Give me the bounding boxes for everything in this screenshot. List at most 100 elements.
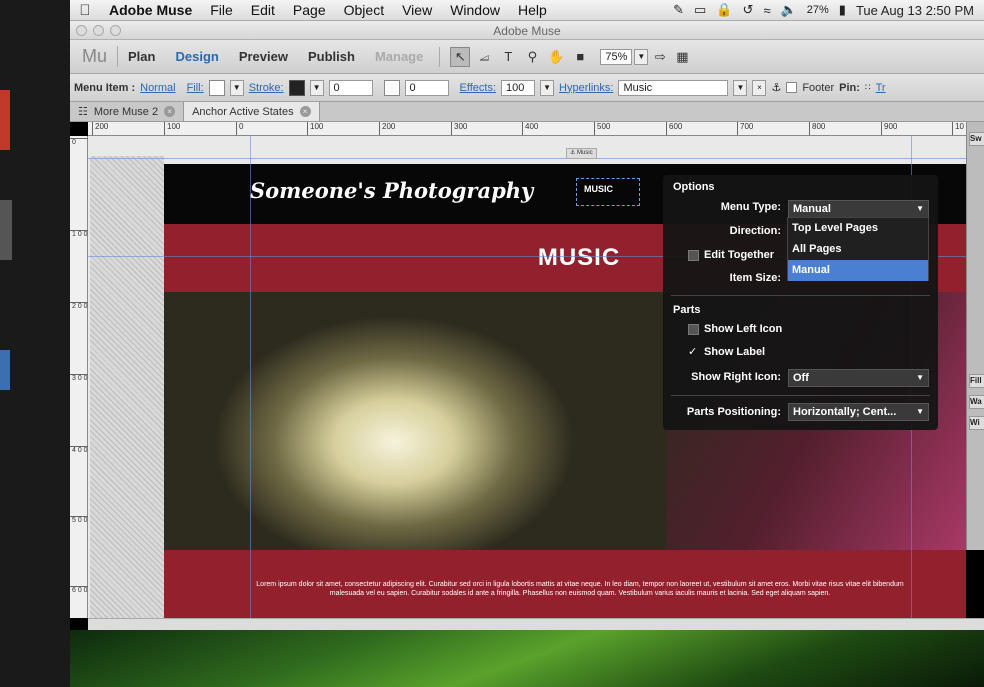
wifi-icon[interactable]: ≈ (763, 3, 770, 18)
parts-positioning-select[interactable]: Horizontally; Cent... ▼ (788, 403, 929, 421)
airplay-icon[interactable]: ▭ (694, 2, 706, 18)
tab-anchor-active-states[interactable]: Anchor Active States × (184, 102, 320, 121)
hyperlinks-label[interactable]: Hyperlinks: (559, 82, 613, 94)
mode-design[interactable]: Design (165, 49, 228, 64)
options-panel[interactable]: Options Menu Type: Manual ▼ Direction: E… (663, 175, 938, 430)
panel-tab-wrap[interactable]: Wa (969, 395, 984, 409)
show-right-icon-select[interactable]: Off ▼ (788, 369, 929, 387)
ruler-tick: 6 0 0 (70, 586, 88, 594)
anchor-marker[interactable]: ⚓ Music (566, 148, 597, 159)
anchor-icon[interactable]: ⚓ (771, 81, 781, 94)
battery-percent: 27% (806, 4, 829, 16)
mode-manage[interactable]: Manage (365, 49, 433, 64)
close-tab-icon[interactable]: × (164, 106, 176, 117)
vertical-ruler[interactable]: 0 1 0 0 2 0 0 3 0 0 4 0 0 5 0 0 6 0 0 (70, 136, 88, 618)
place-icon[interactable]: ⇨ (650, 47, 670, 67)
apple-menu-icon[interactable]:  (70, 2, 100, 19)
muse-logo: Mu (70, 46, 119, 67)
text-tool-icon[interactable]: T (498, 47, 518, 67)
canvas-scroll-area[interactable] (88, 618, 984, 630)
show-label-label: Show Label (704, 346, 766, 358)
mac-menubar:  Adobe Muse File Edit Page Object View … (70, 0, 984, 21)
crop-tool-icon[interactable]: ⧡ (474, 47, 494, 67)
fill-label[interactable]: Fill: (187, 82, 204, 94)
site-logo[interactable]: Someone's Photography (250, 178, 533, 203)
tab-label: Anchor Active States (192, 105, 294, 118)
tab-more-muse-2[interactable]: ☷ More Muse 2 × (70, 102, 185, 121)
panel-tab-widgets[interactable]: Wi (969, 416, 984, 430)
hyperlink-input[interactable]: Music (618, 79, 729, 96)
option-manual[interactable]: Manual (788, 260, 928, 281)
lock-icon[interactable]: 🔒 (716, 2, 732, 18)
layout-guide[interactable] (250, 136, 251, 618)
menu-type-select[interactable]: Manual ▼ (788, 200, 929, 218)
hand-tool-icon[interactable]: ✋ (546, 47, 566, 67)
show-label-checkbox-icon[interactable]: ✓ (688, 345, 697, 358)
pen-icon[interactable]: ✎ (673, 2, 684, 18)
zoom-tool-icon[interactable]: ⚲ (522, 47, 542, 67)
mode-publish[interactable]: Publish (298, 49, 365, 64)
parts-positioning-label: Parts Positioning: (686, 406, 781, 418)
horizontal-ruler[interactable]: 200 100 0 100 200 300 400 500 600 700 80… (88, 122, 966, 136)
fill-dropdown-icon[interactable]: ▼ (229, 79, 244, 96)
opacity-input[interactable]: 100 (501, 79, 536, 96)
stroke-label[interactable]: Stroke: (249, 82, 284, 94)
rectangle-tool-icon[interactable]: ■ (570, 47, 590, 67)
background-desktop-left (0, 0, 70, 687)
footer-checkbox[interactable] (786, 82, 798, 93)
state-select[interactable]: Normal (140, 82, 175, 94)
battery-icon[interactable]: ▮ (839, 2, 846, 18)
opacity-dropdown-icon[interactable]: ▼ (540, 79, 555, 96)
edit-together-checkbox[interactable] (688, 250, 699, 261)
stroke-dropdown-icon[interactable]: ▼ (309, 79, 324, 96)
ruler-tick: 900 (881, 122, 897, 135)
show-left-icon-checkbox[interactable] (688, 324, 699, 335)
stroke-width-input[interactable]: 0 (328, 79, 373, 96)
volume-icon[interactable]: 🔈 (781, 2, 797, 18)
option-all-pages[interactable]: All Pages (788, 239, 928, 260)
clock[interactable]: Tue Aug 13 2:50 PM (856, 3, 974, 18)
menu-view[interactable]: View (393, 2, 441, 18)
clear-link-icon[interactable]: × (752, 79, 767, 96)
footer-label: Footer (802, 81, 835, 94)
ruler-tick: 0 (70, 138, 88, 146)
widgets-icon[interactable]: ▦ (672, 47, 692, 67)
transform-link[interactable]: Tr (876, 82, 886, 94)
zoom-dropdown-arrow-icon[interactable]: ▼ (634, 48, 649, 65)
pin-grid-icon[interactable]: ∷ (865, 82, 871, 93)
ruler-tick: 100 (307, 122, 323, 135)
window-titlebar: Adobe Muse (70, 21, 984, 40)
parts-positioning-value: Horizontally; Cent... (793, 406, 897, 418)
nav-item-music[interactable]: MUSIC (584, 184, 613, 194)
ruler-tick: 10 (952, 122, 964, 135)
show-right-icon-label: Show Right Icon: (691, 371, 781, 383)
stroke-swatch[interactable] (288, 79, 305, 96)
effects-label[interactable]: Effects: (460, 82, 496, 94)
menu-type-dropdown-list[interactable]: Top Level Pages All Pages Manual (787, 217, 929, 281)
menu-file[interactable]: File (201, 2, 242, 18)
menu-page[interactable]: Page (284, 2, 335, 18)
footer-text[interactable]: Lorem ipsum dolor sit amet, consectetur … (250, 580, 910, 598)
menu-object[interactable]: Object (335, 2, 393, 18)
spacing-input[interactable]: 0 (404, 79, 449, 96)
tab-label: More Muse 2 (93, 105, 159, 118)
time-machine-icon[interactable]: ↺ (743, 2, 754, 18)
menu-edit[interactable]: Edit (242, 2, 284, 18)
mode-plan[interactable]: Plan (118, 49, 165, 64)
item-size-label: Item Size: (729, 272, 781, 284)
menu-app-name[interactable]: Adobe Muse (100, 2, 201, 18)
selection-tool-icon[interactable]: ↖ (450, 46, 471, 67)
menu-help[interactable]: Help (509, 2, 556, 18)
panel-tab-fill[interactable]: Fill (969, 374, 984, 388)
site-footer[interactable]: Lorem ipsum dolor sit amet, consectetur … (164, 550, 966, 618)
background-window-fragment (0, 200, 12, 260)
close-tab-icon[interactable]: × (299, 106, 311, 117)
fill-swatch[interactable] (208, 79, 225, 96)
hyperlink-dropdown-icon[interactable]: ▼ (733, 79, 748, 96)
zoom-level-select[interactable]: 75% (600, 48, 633, 65)
menu-window[interactable]: Window (441, 2, 509, 18)
panel-tab-swatches[interactable]: Sw (969, 132, 984, 146)
mode-preview[interactable]: Preview (229, 49, 298, 64)
option-top-level-pages[interactable]: Top Level Pages (788, 218, 928, 239)
layout-guide[interactable] (88, 158, 966, 159)
